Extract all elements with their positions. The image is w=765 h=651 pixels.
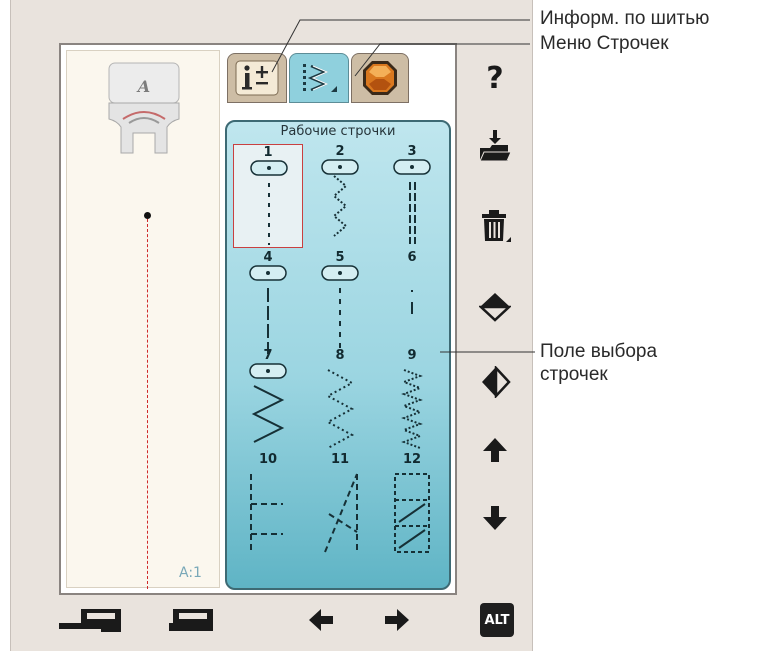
- stitch-number: 3: [407, 144, 417, 159]
- stitch-4-button[interactable]: 4: [233, 250, 303, 354]
- stitch-2-button[interactable]: 2: [305, 144, 375, 248]
- mirror-vertical-icon: [479, 293, 511, 322]
- stitch-number: 10: [258, 452, 278, 467]
- blind-hem-stitch-icon: [250, 474, 283, 552]
- mirror-vertical-button[interactable]: [469, 280, 521, 332]
- stitch-preview-line: [147, 219, 148, 589]
- stitch-6-button[interactable]: 6: [377, 250, 447, 354]
- presser-foot-letter: A: [137, 77, 151, 96]
- stitch-number: 1: [263, 145, 273, 160]
- arrow-left-icon: [309, 609, 333, 631]
- callout-stitch-select-2: строчек: [540, 364, 608, 385]
- jewel-tab[interactable]: [351, 53, 409, 103]
- stitch-number: 12: [402, 452, 422, 467]
- stitch-10-button[interactable]: 10: [233, 452, 303, 556]
- zigzag-dotted-stitch-icon: [325, 369, 355, 449]
- straight-long-stitch-icon: [249, 265, 287, 354]
- stitch-number: 6: [407, 250, 417, 265]
- mirror-horizontal-button[interactable]: [469, 356, 521, 408]
- panel-title: Рабочие строчки: [280, 124, 396, 139]
- presser-foot-icon[interactable]: A: [105, 61, 183, 157]
- alt-button[interactable]: ALT: [477, 600, 517, 640]
- mirror-horizontal-icon: [482, 366, 511, 398]
- callout-sewing-info: Информ. по шитью: [540, 8, 710, 29]
- stitch-selection-panel[interactable]: Рабочие строчки 1 2 3 4 5 6 7 8 9 10 11 12: [225, 120, 451, 590]
- delete-button[interactable]: [469, 200, 521, 252]
- straight-center-stitch-icon: [250, 160, 288, 245]
- callout-stitch-menu: Меню Строчек: [540, 33, 669, 54]
- info-plus-icon: [235, 60, 279, 96]
- straight-dashed-stitch-icon: [321, 265, 359, 354]
- scroll-down-button[interactable]: [469, 492, 521, 544]
- stitch-number: 9: [407, 348, 417, 363]
- stitch-menu-icon: [303, 64, 337, 92]
- help-button[interactable]: ?: [469, 52, 521, 104]
- stitch-3-button[interactable]: 3: [377, 144, 447, 248]
- sewing-machine-body: A A:1 Рабочие строчки 1 2 3 4 5 6 7 8 9 …: [10, 0, 533, 651]
- zigzag-small-stitch-icon: [401, 369, 423, 449]
- stitch-number: 4: [263, 250, 273, 265]
- stitch-11-button[interactable]: 11: [305, 452, 375, 556]
- arrow-down-icon: [483, 506, 507, 530]
- jewel-icon: [363, 61, 397, 95]
- alt-label: ALT: [480, 603, 514, 637]
- stitch-12-button[interactable]: 12: [377, 452, 447, 556]
- folder-download-icon: [479, 130, 512, 162]
- stitch-number: 8: [335, 348, 345, 363]
- trash-icon: [482, 210, 511, 242]
- next-button[interactable]: [377, 600, 417, 640]
- stitch-9-button[interactable]: 9: [377, 348, 447, 452]
- arrow-right-icon: [385, 609, 409, 631]
- tack-stitch-icon: [411, 290, 413, 314]
- arrow-up-icon: [483, 438, 507, 462]
- display-screen: A A:1 Рабочие строчки 1 2 3 4 5 6 7 8 9 …: [59, 43, 457, 595]
- flatbed-mode-button[interactable]: [161, 600, 221, 640]
- triple-straight-stitch-icon: [393, 159, 431, 244]
- scroll-up-button[interactable]: [469, 424, 521, 476]
- stitch-number: 7: [263, 348, 273, 363]
- flatbed-machine-icon: [169, 609, 213, 631]
- stitch-number: 2: [335, 144, 345, 159]
- zigzag-wide-stitch-icon: [249, 363, 287, 443]
- callout-stitch-select-1: Поле выбора: [540, 341, 658, 362]
- open-folder-button[interactable]: [469, 120, 521, 172]
- stitch-code-label: A:1: [179, 565, 202, 581]
- stitch-menu-tab[interactable]: [289, 53, 349, 103]
- stitch-8-button[interactable]: 8: [305, 348, 375, 452]
- stitch-7-button[interactable]: 7: [233, 348, 303, 452]
- stitch-number: 5: [335, 250, 345, 265]
- triple-zigzag-stitch-icon: [321, 159, 359, 237]
- free-arm-mode-button[interactable]: [55, 600, 127, 640]
- stitch-1-button[interactable]: 1: [233, 144, 303, 248]
- overcast-slant-stitch-icon: [324, 473, 358, 553]
- stitch-preview-area: A A:1: [66, 50, 220, 589]
- previous-button[interactable]: [301, 600, 341, 640]
- sewing-info-tab[interactable]: [227, 53, 287, 103]
- box-overlock-stitch-icon: [394, 473, 430, 553]
- free-arm-machine-icon: [59, 609, 121, 632]
- question-icon: ?: [486, 60, 504, 96]
- stitch-number: 11: [330, 452, 350, 467]
- needle-position-dot: [144, 212, 151, 219]
- stitch-5-button[interactable]: 5: [305, 250, 375, 354]
